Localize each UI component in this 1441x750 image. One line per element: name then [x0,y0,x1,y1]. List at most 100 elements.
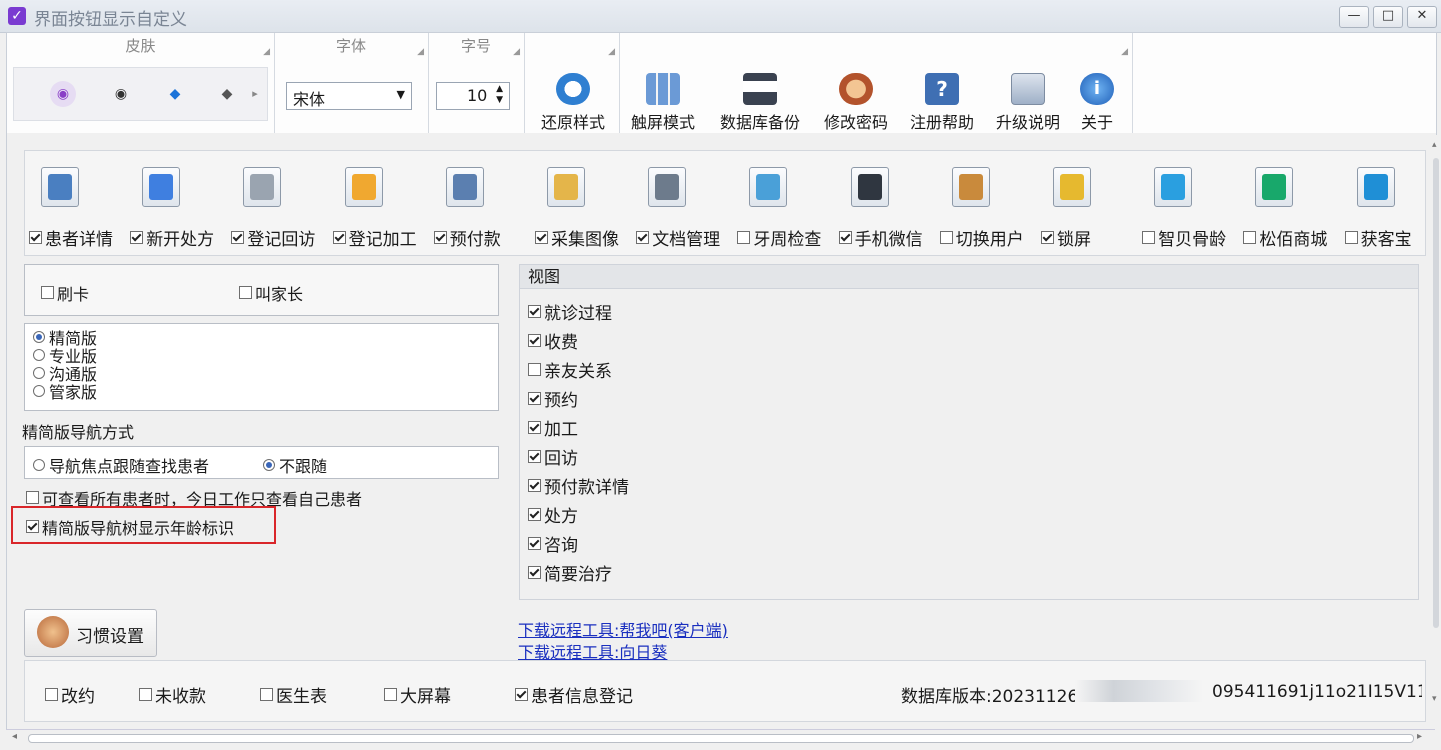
toolbar-item[interactable]: 患者详情 [7,157,113,250]
toolbar-item-icon[interactable] [648,167,687,207]
toolbar-item-icon[interactable] [243,167,282,207]
call-parent-checkbox[interactable]: 叫家长 [239,281,303,305]
scroll-left-icon[interactable]: ◂ [12,731,17,742]
toolbar-item[interactable]: 智贝骨龄 [1120,157,1226,250]
toolbar-item[interactable]: 新开处方 [108,157,214,250]
bottom-option-checkbox[interactable]: 未收款 [139,682,206,707]
toolbar-item-checkbox[interactable]: 获客宝 [1344,225,1412,250]
toolbar-item-icon[interactable] [547,167,585,207]
group-launcher-icon[interactable]: ◢ [1121,47,1128,57]
skin-dark-icon[interactable]: ◉ [108,81,134,107]
toolbar-item-icon[interactable] [850,167,889,207]
group-launcher-icon[interactable]: ◢ [263,47,270,57]
upgrade-notes-button[interactable]: 升级说明 [991,71,1065,132]
toolbar-item-checkbox[interactable]: 文档管理 [636,225,720,250]
toolbar-item-checkbox[interactable]: 新开处方 [130,225,214,250]
toolbar-item-icon[interactable] [142,167,181,207]
register-help-button[interactable]: ? 注册帮助 [905,71,979,132]
skin-blue-icon[interactable]: ◆ [162,81,188,107]
view-item-checkbox[interactable]: 简要治疗 [528,560,612,585]
bottom-option-checkbox[interactable]: 患者信息登记 [515,682,633,707]
toolbar-item-checkbox[interactable]: 采集图像 [535,225,619,250]
nav-follow-radio[interactable]: 导航焦点跟随查找患者 [33,453,209,477]
toolbar-item-glyph [1262,174,1287,200]
edition-radio[interactable]: 精简版 [33,330,97,348]
touch-mode-button[interactable]: 触屏模式 [627,71,699,132]
toolbar-item-icon[interactable] [41,167,79,207]
group-launcher-icon[interactable]: ◢ [417,47,424,57]
vertical-scroll-thumb[interactable] [1433,158,1439,628]
toolbar-item-icon[interactable] [445,167,484,207]
bottom-option-checkbox[interactable]: 大屏幕 [384,682,451,707]
bottom-option-checkbox[interactable]: 医生表 [260,682,327,707]
minimize-button[interactable]: — [1339,6,1369,28]
toolbar-item[interactable]: 获客宝 [1323,157,1419,250]
toolbar-item[interactable]: 切换用户 [918,157,1024,250]
toolbar-item[interactable]: 登记回访 [209,157,315,250]
habit-settings-button[interactable]: 习惯设置 [24,609,157,657]
toolbar-item-icon[interactable] [1255,167,1294,207]
vertical-scrollbar[interactable]: ▴ ▾ [1432,140,1441,710]
nav-nofollow-radio[interactable]: 不跟随 [263,453,327,477]
group-launcher-icon[interactable]: ◢ [608,47,615,57]
horizontal-scroll-thumb[interactable] [28,734,1414,743]
bottom-option-checkbox[interactable]: 改约 [45,682,95,707]
toolbar-item-checkbox[interactable]: 锁屏 [1041,225,1091,250]
toolbar-item-checkbox[interactable]: 登记回访 [231,225,315,250]
toolbar-item-checkbox[interactable]: 手机微信 [838,225,923,250]
scroll-down-icon[interactable]: ▾ [1432,694,1437,704]
group-launcher-icon[interactable]: ◢ [513,47,520,57]
gallery-next-icon[interactable]: ▸ [246,81,264,107]
toolbar-item[interactable]: 手机微信 [817,157,923,250]
view-item-checkbox[interactable]: 处方 [528,502,578,527]
toolbar-item[interactable]: 锁屏 [1019,157,1115,250]
restore-style-button[interactable]: 还原样式 [534,71,612,132]
toolbar-item[interactable]: 登记加工 [311,157,417,250]
toolbar-item-icon[interactable] [344,167,383,207]
toolbar-item-checkbox[interactable]: 患者详情 [29,225,113,250]
about-button[interactable]: i 关于 [1077,71,1117,132]
toolbar-item-checkbox[interactable]: 松佰商城 [1243,225,1327,250]
skin-gray-icon[interactable]: ◆ [214,81,240,107]
skin-purple-icon[interactable]: ◉ [50,81,76,107]
edition-radio[interactable]: 专业版 [33,348,97,366]
edition-radio[interactable]: 管家版 [33,384,97,402]
font-select[interactable]: 宋体 ▼ [286,82,412,110]
toolbar-item[interactable]: 采集图像 [513,157,619,250]
toolbar-item-checkbox[interactable]: 牙周检查 [737,225,821,250]
scroll-up-icon[interactable]: ▴ [1432,140,1437,150]
stepper-arrows-icon[interactable]: ▲ ▼ [496,84,503,106]
view-item-checkbox[interactable]: 回访 [528,444,578,469]
db-backup-button[interactable]: 数据库备份 [714,71,806,132]
toolbar-item-icon[interactable] [1053,167,1091,207]
toolbar-item[interactable]: 文档管理 [614,157,720,250]
swipe-card-checkbox[interactable]: 刷卡 [41,281,89,305]
toolbar-item[interactable]: 松佰商城 [1221,157,1327,250]
toolbar-item-icon[interactable] [749,167,788,207]
view-item-checkbox[interactable]: 加工 [528,415,578,440]
toolbar-item-checkbox[interactable]: 预付款 [433,225,501,250]
toolbar-item-checkbox[interactable]: 智贝骨龄 [1142,225,1226,250]
toolbar-item[interactable]: 预付款 [412,157,508,250]
horizontal-scrollbar[interactable]: ◂ ▸ [6,729,1435,746]
view-item-checkbox[interactable]: 预付款详情 [528,473,629,498]
scroll-right-icon[interactable]: ▸ [1417,731,1422,742]
change-password-button[interactable]: 修改密码 [819,71,893,132]
view-item-checkbox[interactable]: 收费 [528,328,578,353]
toolbar-item-icon[interactable] [951,167,990,207]
view-item-checkbox[interactable]: 预约 [528,386,578,411]
view-item-checkbox[interactable]: 咨询 [528,531,578,556]
toolbar-item-checkbox[interactable]: 切换用户 [939,225,1024,250]
toolbar-item[interactable]: 牙周检查 [715,157,821,250]
view-item-checkbox[interactable]: 就诊过程 [528,299,612,324]
maximize-button[interactable]: □ [1373,6,1403,28]
download-remote-bangwoba-link[interactable]: 下载远程工具:帮我吧(客户端) [518,617,728,641]
close-button[interactable]: ✕ [1407,6,1437,28]
view-item-checkbox[interactable]: 亲友关系 [528,357,612,382]
toolbar-item-checkbox[interactable]: 登记加工 [332,225,417,250]
toolbar-item-icon[interactable] [1356,167,1395,207]
font-size-stepper[interactable]: 10 ▲ ▼ [436,82,510,110]
toolbar-item-label: 登记加工 [348,230,417,250]
edition-radio[interactable]: 沟通版 [33,366,97,384]
toolbar-item-icon[interactable] [1154,167,1193,207]
